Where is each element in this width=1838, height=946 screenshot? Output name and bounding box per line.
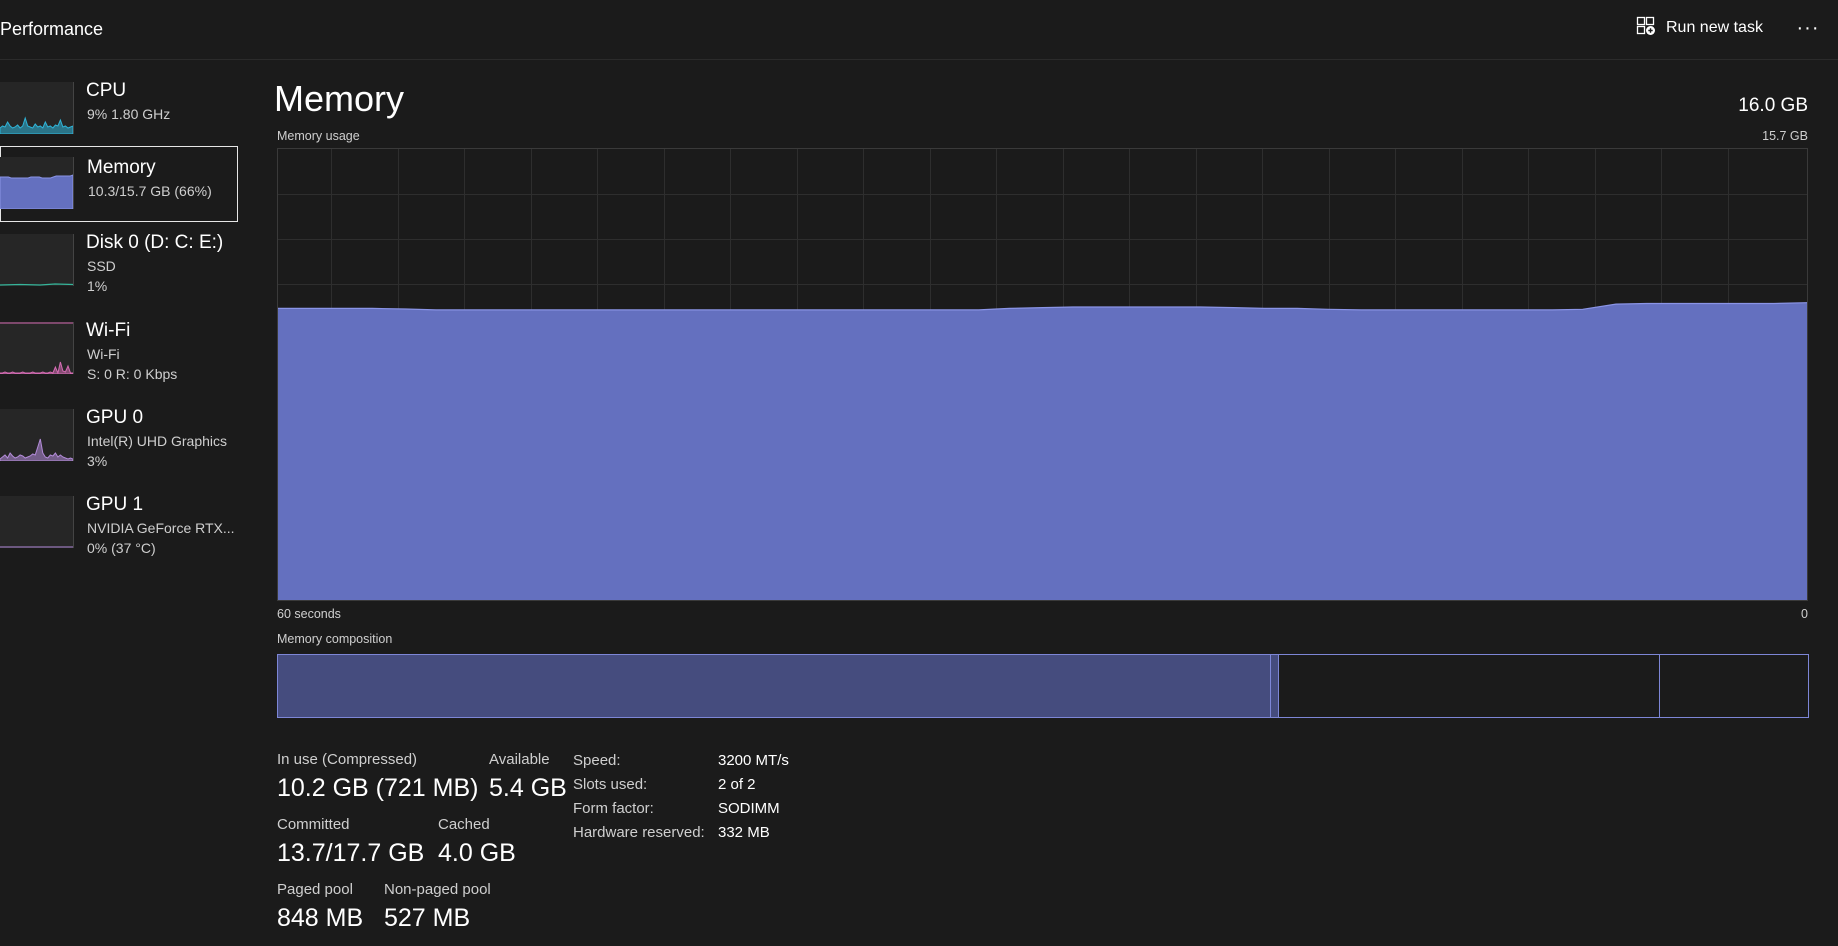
cached-label: Cached bbox=[438, 816, 490, 833]
speed-value: 3200 MT/s bbox=[718, 752, 789, 769]
wifi-graph-icon bbox=[0, 322, 74, 374]
run-new-task-button[interactable]: Run new task bbox=[1636, 14, 1763, 42]
composition-standby[interactable] bbox=[1279, 655, 1660, 717]
speed-label: Speed: bbox=[573, 752, 621, 769]
cached-value: 4.0 GB bbox=[438, 839, 516, 867]
composition-free[interactable] bbox=[1660, 655, 1808, 717]
paged-pool-value: 848 MB bbox=[277, 904, 364, 932]
hardware-reserved-value: 332 MB bbox=[718, 824, 770, 841]
sidebar-item-name: CPU bbox=[86, 80, 127, 101]
available-value: 5.4 GB bbox=[489, 774, 567, 802]
slots-used-value: 2 of 2 bbox=[718, 776, 756, 793]
sidebar-item-cpu[interactable]: CPU 9% 1.80 GHz bbox=[0, 80, 238, 156]
sidebar-item-detail: Intel(R) UHD Graphics bbox=[87, 433, 228, 449]
run-task-icon bbox=[1636, 16, 1656, 41]
top-bar: Performance Run new task ··· bbox=[0, 0, 1838, 60]
memory-composition-bar[interactable] bbox=[277, 654, 1809, 718]
memory-title: Memory bbox=[274, 78, 405, 119]
sidebar-item-detail: 9% 1.80 GHz bbox=[87, 106, 171, 122]
composition-in-use[interactable] bbox=[278, 655, 1271, 717]
sidebar-item-wifi[interactable]: Wi-Fi Wi-Fi S: 0 R: 0 Kbps bbox=[0, 320, 238, 396]
in-use-value: 10.2 GB (721 MB) bbox=[277, 774, 479, 802]
memory-graph-icon bbox=[0, 157, 74, 209]
sidebar-item-detail: SSD bbox=[87, 258, 116, 274]
sidebar-item-name: Wi-Fi bbox=[86, 320, 131, 341]
form-factor-value: SODIMM bbox=[718, 800, 780, 817]
form-factor-label: Form factor: bbox=[573, 800, 654, 817]
committed-value: 13.7/17.7 GB bbox=[277, 839, 425, 867]
cpu-graph-icon bbox=[0, 82, 74, 134]
composition-modified[interactable] bbox=[1270, 655, 1279, 717]
sidebar-item-detail-2: 1% bbox=[87, 278, 108, 294]
non-paged-pool-label: Non-paged pool bbox=[384, 881, 491, 898]
sidebar-item-detail: 10.3/15.7 GB (66%) bbox=[88, 183, 212, 199]
gpu0-graph-icon bbox=[0, 409, 74, 461]
sidebar-item-disk[interactable]: Disk 0 (D: C: E:) SSD 1% bbox=[0, 232, 238, 308]
available-label: Available bbox=[489, 751, 550, 768]
disk-graph-icon bbox=[0, 234, 74, 286]
sidebar-item-gpu0[interactable]: GPU 0 Intel(R) UHD Graphics 3% bbox=[0, 407, 238, 483]
memory-composition-label: Memory composition bbox=[277, 632, 393, 646]
sidebar-item-detail-2: 3% bbox=[87, 453, 108, 469]
slots-used-label: Slots used: bbox=[573, 776, 648, 793]
run-new-task-label: Run new task bbox=[1666, 19, 1763, 36]
memory-usage-graph bbox=[277, 148, 1808, 601]
non-paged-pool-value: 527 MB bbox=[384, 904, 471, 932]
sidebar-item-gpu1[interactable]: GPU 1 NVIDIA GeForce RTX... 0% (37 °C) bbox=[0, 494, 238, 570]
memory-usage-max: 15.7 GB bbox=[1762, 129, 1808, 143]
total-capacity: 16.0 GB bbox=[1738, 95, 1808, 116]
sidebar-item-name: Memory bbox=[87, 157, 156, 178]
hardware-reserved-label: Hardware reserved: bbox=[573, 824, 705, 841]
sidebar-item-detail-2: 0% (37 °C) bbox=[87, 540, 156, 556]
paged-pool-label: Paged pool bbox=[277, 881, 353, 898]
committed-label: Committed bbox=[277, 816, 350, 833]
sidebar-item-name: GPU 1 bbox=[86, 494, 144, 515]
sidebar-item-name: Disk 0 (D: C: E:) bbox=[86, 232, 224, 253]
time-span-label: 60 seconds bbox=[277, 607, 341, 621]
memory-usage-label: Memory usage bbox=[277, 129, 360, 143]
page-title: Performance bbox=[0, 19, 104, 39]
sidebar-item-name: GPU 0 bbox=[86, 407, 144, 428]
in-use-label: In use (Compressed) bbox=[277, 751, 418, 768]
sidebar-item-memory[interactable]: Memory 10.3/15.7 GB (66%) bbox=[0, 146, 238, 222]
more-options-icon[interactable]: ··· bbox=[1792, 12, 1824, 44]
time-end-label: 0 bbox=[1801, 607, 1808, 621]
gpu1-graph-icon bbox=[0, 496, 74, 548]
sidebar-item-detail: NVIDIA GeForce RTX... bbox=[87, 520, 235, 536]
memory-usage-area bbox=[278, 302, 1807, 600]
sidebar-item-detail: Wi-Fi bbox=[87, 346, 120, 362]
sidebar-item-detail-2: S: 0 R: 0 Kbps bbox=[87, 366, 178, 382]
